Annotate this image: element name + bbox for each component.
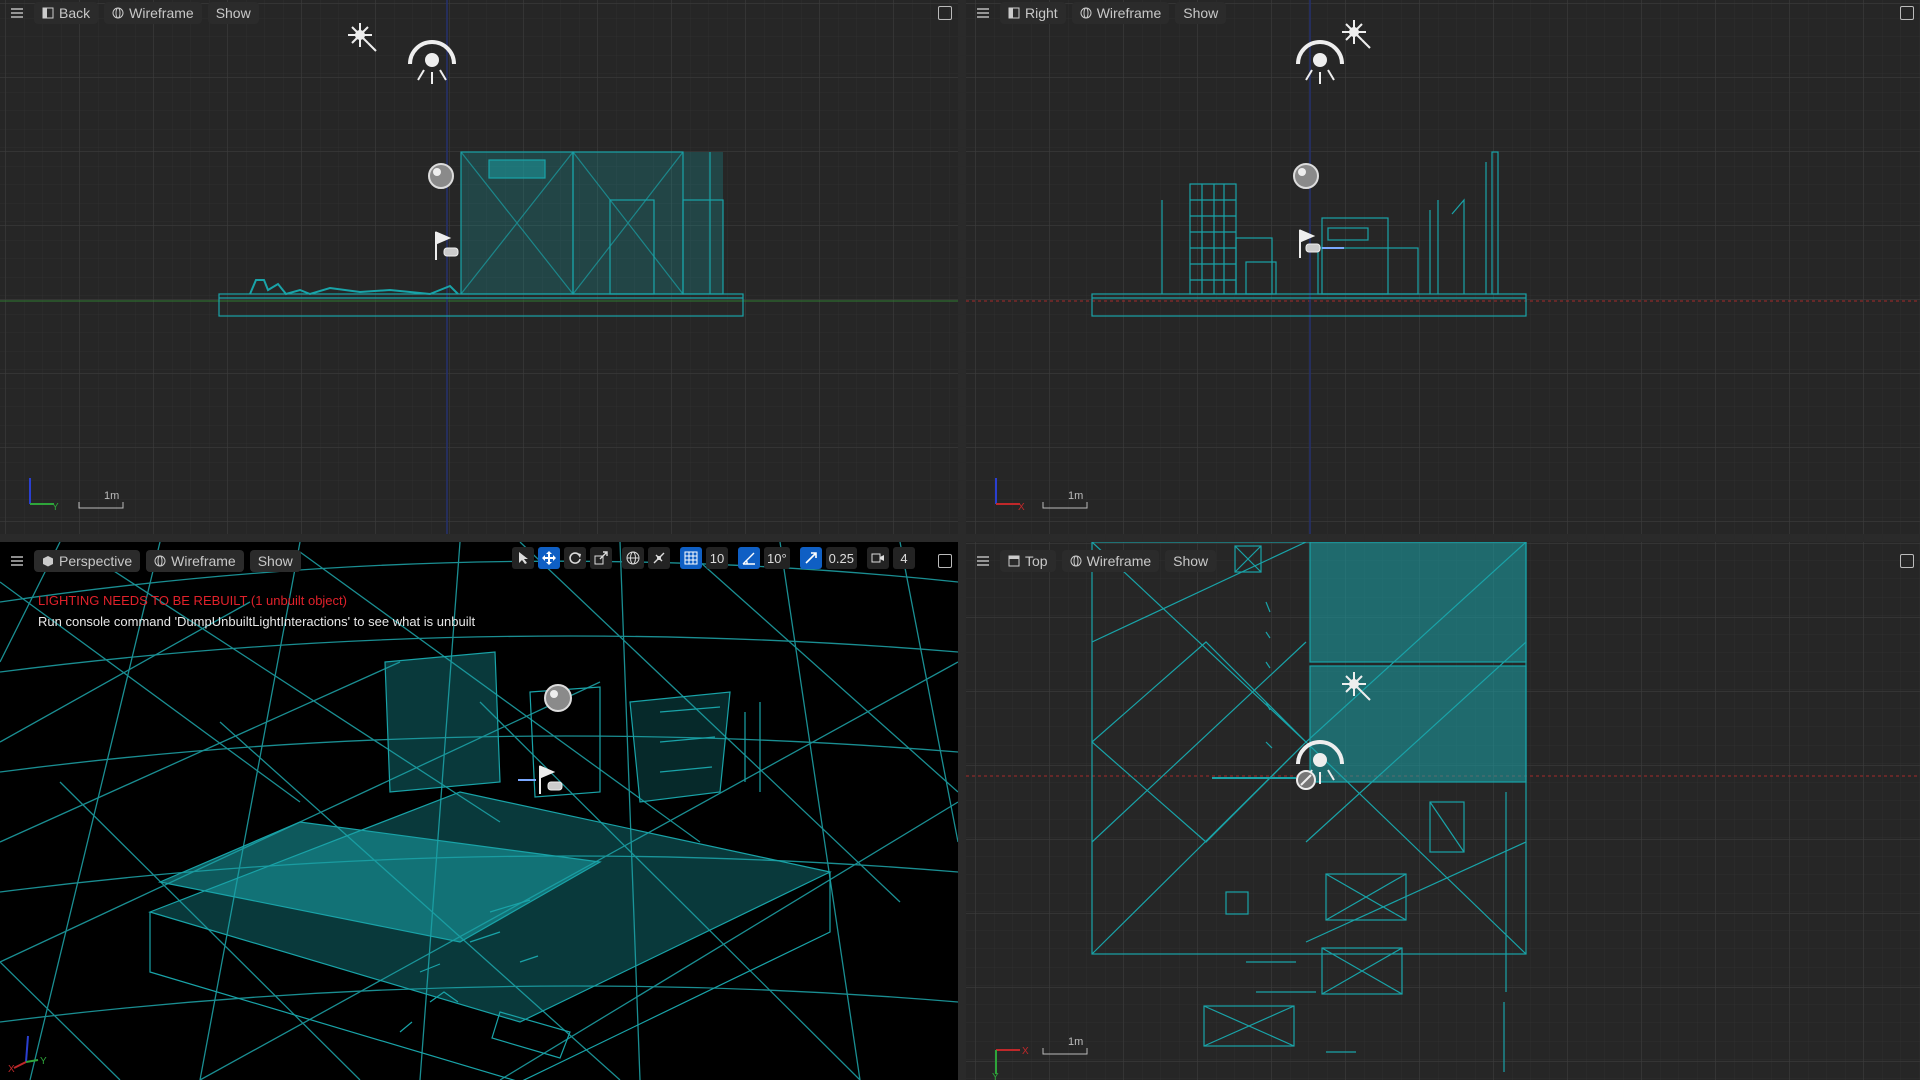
view-type-label: Perspective <box>59 553 133 569</box>
view-type-label: Back <box>59 5 91 21</box>
view-back-icon <box>42 7 54 19</box>
player-start-icon <box>1296 770 1316 790</box>
show-label: Show <box>1183 5 1219 21</box>
wireframe-sphere-icon <box>1080 7 1092 19</box>
view-right-icon <box>1008 7 1020 19</box>
back-viewport-toolbar: Back Wireframe Show <box>0 0 259 26</box>
svg-text:X: X <box>1022 1046 1029 1057</box>
right-viewport-canvas[interactable] <box>966 0 1920 534</box>
maximize-viewport-icon[interactable] <box>938 6 952 20</box>
view-mode-label: Wireframe <box>1086 553 1152 569</box>
right-viewport-toolbar: Right Wireframe Show <box>966 0 1227 26</box>
show-button[interactable]: Show <box>1165 550 1217 572</box>
svg-text:Y: Y <box>992 1072 999 1080</box>
wireframe-sphere-icon <box>1070 555 1082 567</box>
perspective-cube-icon <box>42 555 54 567</box>
viewport-menu-icon[interactable] <box>6 550 28 572</box>
show-button[interactable]: Show <box>1175 2 1227 24</box>
select-icon[interactable] <box>512 547 534 569</box>
wireframe-fill <box>461 152 723 294</box>
grid-snap-icon[interactable] <box>680 547 702 569</box>
perspective-viewport-toolbar: Perspective Wireframe Show <box>0 548 301 574</box>
lighting-hint: Run console command 'DumpUnbuiltLightInt… <box>38 614 476 629</box>
translate-icon[interactable] <box>538 547 560 569</box>
viewport-right[interactable]: Right Wireframe Show X 1m <box>966 0 1920 534</box>
view-type-button[interactable]: Right <box>1000 2 1066 24</box>
scale-label: 1m <box>1068 490 1084 502</box>
show-button[interactable]: Show <box>249 550 301 572</box>
axis-gizmo-icon: Y <box>29 478 59 510</box>
rotation-snap-value[interactable]: 10° <box>764 547 790 569</box>
rotate-icon[interactable] <box>564 547 586 569</box>
view-mode-button[interactable]: Wireframe <box>104 2 202 24</box>
axis-gizmo-icon: X <box>995 478 1025 510</box>
scale-label: 1m <box>104 490 120 502</box>
show-label: Show <box>1173 553 1209 569</box>
view-mode-label: Wireframe <box>171 553 236 569</box>
view-type-button[interactable]: Perspective <box>34 550 141 572</box>
camera-speed-value[interactable]: 4 <box>892 547 915 569</box>
show-label: Show <box>215 5 251 21</box>
viewport-top[interactable]: Top Wireframe Show X Y 1m <box>966 542 1920 1080</box>
viewport-menu-icon[interactable] <box>972 2 994 24</box>
transform-toolbar: 10 10° 0.25 4 <box>512 547 915 569</box>
reflection-sphere-icon <box>544 684 572 712</box>
view-type-label: Right <box>1025 5 1058 21</box>
surface-snap-icon[interactable] <box>648 547 670 569</box>
wireframe-sphere-icon <box>112 7 124 19</box>
reflection-sphere-icon <box>428 163 454 189</box>
rotation-snap-icon[interactable] <box>738 547 760 569</box>
scale-label: 1m <box>1068 1036 1084 1048</box>
lighting-warning: LIGHTING NEEDS TO BE REBUILT (1 unbuilt … <box>38 593 347 608</box>
top-viewport-canvas[interactable] <box>966 542 1920 1080</box>
view-type-button[interactable]: Back <box>34 2 99 24</box>
maximize-viewport-icon[interactable] <box>938 554 952 568</box>
scale-icon[interactable] <box>590 547 612 569</box>
show-button[interactable]: Show <box>207 2 259 24</box>
view-mode-label: Wireframe <box>129 5 194 21</box>
viewport-back[interactable]: Back Wireframe Show Y 1m <box>0 0 958 534</box>
viewport-menu-icon[interactable] <box>6 2 28 24</box>
axis-gizmo-icon: X Y <box>992 1046 1029 1080</box>
scale-snap-value[interactable]: 0.25 <box>825 547 857 569</box>
svg-text:X: X <box>8 1064 15 1074</box>
wireframe-sphere-icon <box>154 555 166 567</box>
scale-snap-icon[interactable] <box>799 547 822 569</box>
horizontal-splitter[interactable] <box>0 534 1920 542</box>
svg-text:Y: Y <box>52 502 59 510</box>
svg-text:Y: Y <box>40 1056 47 1067</box>
world-space-icon[interactable] <box>622 547 644 569</box>
axis-gizmo-icon: X Y <box>8 1035 47 1074</box>
svg-text:X: X <box>1018 502 1025 510</box>
view-type-label: Top <box>1025 553 1048 569</box>
view-top-icon <box>1008 555 1020 567</box>
view-mode-button[interactable]: Wireframe <box>1061 550 1160 572</box>
reflection-sphere-icon <box>1293 163 1319 189</box>
view-type-button[interactable]: Top <box>1000 550 1056 572</box>
view-mode-button[interactable]: Wireframe <box>1071 2 1170 24</box>
top-viewport-toolbar: Top Wireframe Show <box>966 548 1217 574</box>
view-mode-label: Wireframe <box>1096 5 1162 21</box>
maximize-viewport-icon[interactable] <box>1900 554 1914 568</box>
view-mode-button[interactable]: Wireframe <box>146 550 244 572</box>
back-viewport-canvas[interactable] <box>0 0 958 534</box>
grid-snap-value[interactable]: 10 <box>706 547 728 569</box>
camera-speed-icon[interactable] <box>866 547 889 569</box>
viewport-menu-icon[interactable] <box>972 550 994 572</box>
maximize-viewport-icon[interactable] <box>1900 6 1914 20</box>
show-label: Show <box>257 553 293 569</box>
